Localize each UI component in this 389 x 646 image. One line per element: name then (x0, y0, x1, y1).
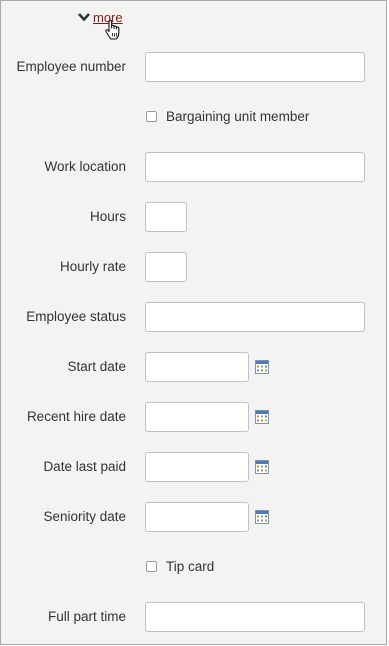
full-part-time-input[interactable] (145, 602, 365, 632)
employee-status-input[interactable] (145, 302, 365, 332)
hourly-rate-row: Hourly rate (1, 252, 386, 282)
seniority-date-label: Seniority date (43, 509, 126, 524)
date-last-paid-input[interactable] (145, 452, 249, 482)
recent-hire-date-input[interactable] (145, 402, 249, 432)
date-last-paid-label: Date last paid (43, 459, 126, 474)
seniority-date-input[interactable] (145, 502, 249, 532)
recent-hire-date-label: Recent hire date (26, 409, 126, 424)
work-location-row: Work location (1, 152, 386, 182)
hours-input[interactable] (145, 202, 187, 232)
work-location-label: Work location (44, 159, 126, 174)
recent-hire-date-calendar-icon[interactable] (255, 410, 269, 424)
hours-label: Hours (89, 209, 126, 224)
hours-row: Hours (1, 202, 386, 232)
employee-number-input[interactable] (145, 52, 365, 82)
employee-number-row: Employee number (1, 52, 386, 82)
employee-status-label: Employee status (26, 309, 126, 324)
tip-card-checkbox[interactable] (146, 560, 157, 572)
seniority-date-calendar-icon[interactable] (255, 510, 269, 524)
start-date-label: Start date (67, 359, 126, 374)
employee-status-row: Employee status (1, 302, 386, 332)
hourly-rate-label: Hourly rate (59, 259, 126, 274)
recent-hire-date-row: Recent hire date (1, 402, 386, 432)
hourly-rate-input[interactable] (145, 252, 187, 282)
employee-details-panel: more Employee number Bargaining unit mem… (0, 0, 387, 645)
start-date-input[interactable] (145, 352, 249, 382)
full-part-time-label: Full part time (47, 609, 126, 624)
employee-number-label: Employee number (16, 59, 126, 74)
chevron-down-icon (77, 10, 91, 24)
work-location-input[interactable] (145, 152, 365, 182)
bargaining-unit-member-row: Bargaining unit member (146, 106, 309, 126)
start-date-row: Start date (1, 352, 386, 382)
date-last-paid-calendar-icon[interactable] (255, 460, 269, 474)
bargaining-unit-member-checkbox[interactable] (146, 110, 157, 122)
seniority-date-row: Seniority date (1, 502, 386, 532)
tip-card-row: Tip card (146, 556, 214, 576)
hand-pointer-cursor-icon (103, 19, 123, 41)
start-date-calendar-icon[interactable] (255, 360, 269, 374)
full-part-time-row: Full part time (1, 602, 386, 632)
date-last-paid-row: Date last paid (1, 452, 386, 482)
bargaining-unit-member-label: Bargaining unit member (166, 108, 310, 124)
tip-card-label: Tip card (166, 558, 215, 574)
